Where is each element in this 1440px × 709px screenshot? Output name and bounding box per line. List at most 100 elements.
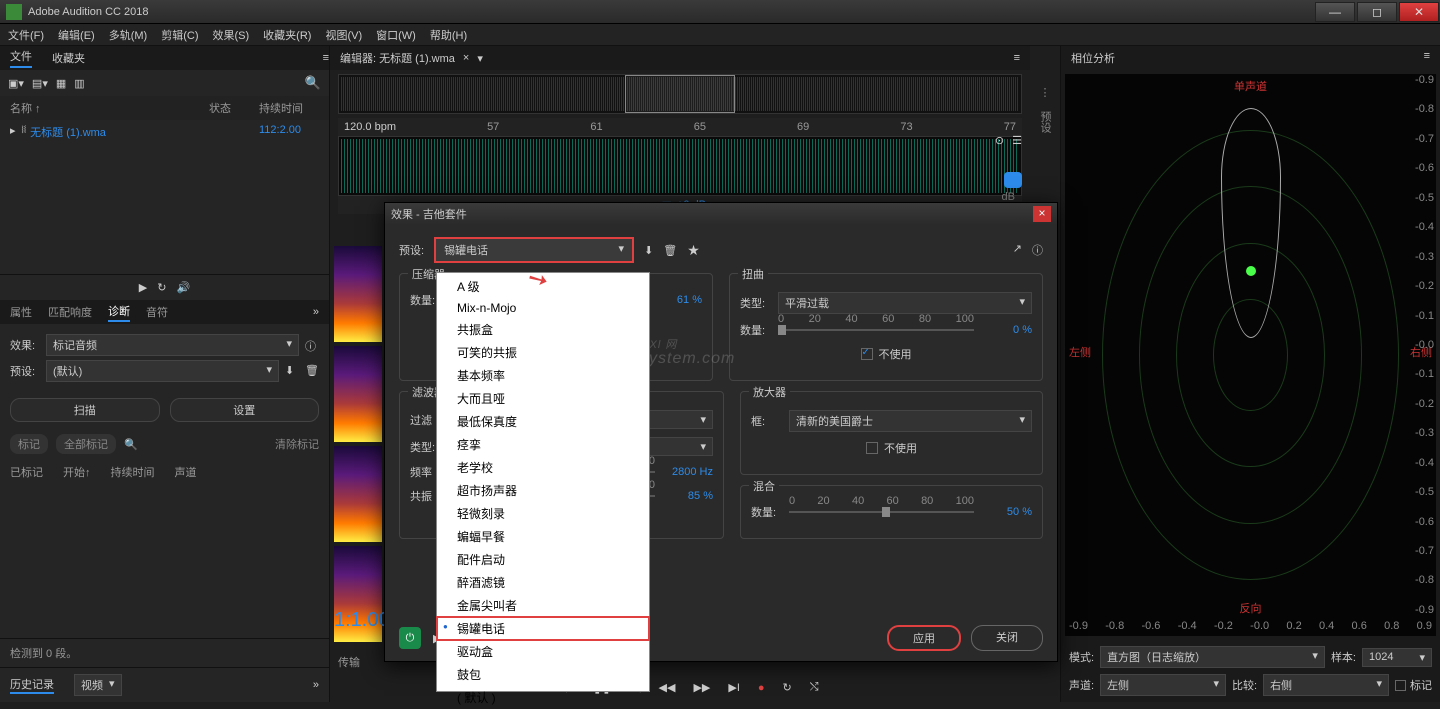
panel-menu-icon[interactable]: ⋮ — [1040, 86, 1051, 99]
panel-menu-icon[interactable]: ≡ — [1424, 50, 1430, 62]
save-preset-icon[interactable]: ⬇ — [644, 244, 653, 257]
tab-close-icon[interactable]: × — [463, 52, 469, 64]
clear-markers-button[interactable]: 清除标记 — [275, 436, 319, 452]
timeline-ruler[interactable]: 120.0 bpm 57 61 65 69 73 77 — [338, 118, 1022, 136]
mark-all-button[interactable]: 全部标记 — [56, 434, 116, 454]
editor-file-tab[interactable]: 编辑器: 无标题 (1).wma — [340, 50, 455, 66]
file-row[interactable]: ▸ ⧘⧙ 无标题 (1).wma 112:2.00 — [0, 120, 329, 144]
video-tab-select[interactable]: 视频▾ — [74, 674, 122, 696]
new-file-icon[interactable]: ▤▾ — [32, 77, 48, 90]
save-preset-icon[interactable]: ⬇ — [285, 364, 299, 378]
dropdown-item[interactable]: 驱动盒 — [437, 640, 649, 663]
settings-button[interactable]: 设置 — [170, 398, 320, 422]
dropdown-item[interactable]: 蝙蝠早餐 — [437, 525, 649, 548]
dropdown-item[interactable]: Mix-n-Mojo — [437, 298, 649, 318]
channel-select[interactable]: 左侧▾ — [1100, 674, 1226, 696]
tab-favorites[interactable]: 收藏夹 — [52, 50, 85, 66]
mode-select[interactable]: 直方图（日志缩放）▾ — [1100, 646, 1325, 668]
mix-amount-slider[interactable]: 020406080100 — [789, 505, 974, 519]
spectrogram-thumb[interactable] — [334, 446, 382, 542]
dropdown-item[interactable]: 痉挛 — [437, 433, 649, 456]
preset-select[interactable]: (默认)▾ — [46, 360, 279, 382]
spectrogram-thumb[interactable] — [334, 246, 382, 342]
dropdown-item[interactable]: 金属尖叫者 — [437, 594, 649, 617]
tab-history[interactable]: 历史记录 — [10, 676, 54, 694]
zoom-fit-icon[interactable]: ⊙ — [995, 134, 1004, 147]
panel-menu-icon[interactable]: ≡ — [1014, 52, 1020, 64]
dropdown-item[interactable]: 老学校 — [437, 456, 649, 479]
close-button[interactable]: 关闭 — [971, 625, 1043, 651]
headphone-icon[interactable] — [1004, 172, 1022, 188]
waveform-main[interactable] — [338, 136, 1022, 196]
thumb-view-icon[interactable]: ▥ — [74, 77, 84, 90]
dropdown-item[interactable]: 超市扬声器 — [437, 479, 649, 502]
dropdown-item[interactable]: 鼓包 — [437, 663, 649, 686]
expand-icon[interactable]: ▸ — [10, 124, 16, 140]
menu-view[interactable]: 视图(V) — [325, 27, 362, 43]
dropdown-item[interactable]: 可笑的共振 — [437, 341, 649, 364]
tabs-overflow-icon[interactable]: » — [313, 306, 319, 318]
dropdown-item[interactable]: A 级 — [437, 275, 649, 298]
info-icon[interactable]: ⓘ — [305, 338, 319, 352]
menu-clip[interactable]: 剪辑(C) — [161, 27, 198, 43]
distortion-disable-checkbox[interactable]: 不使用 — [861, 346, 912, 362]
loop-icon[interactable]: ↻ — [157, 281, 166, 294]
favorite-icon[interactable]: ★ — [687, 242, 700, 259]
menu-favorites[interactable]: 收藏夹(R) — [263, 27, 311, 43]
dropdown-item[interactable]: 最低保真度 — [437, 410, 649, 433]
dropdown-item[interactable]: 锡罐电话 — [437, 617, 649, 640]
mark-button[interactable]: 标记 — [10, 434, 48, 454]
loop-icon[interactable]: ↻ — [783, 681, 792, 694]
delete-preset-icon[interactable]: 🗑 — [305, 364, 319, 378]
phase-panel-title[interactable]: 相位分析 ≡ — [1061, 46, 1440, 70]
close-button[interactable]: ✕ — [1399, 2, 1439, 22]
bottom-overflow-icon[interactable]: » — [313, 679, 319, 691]
skip-end-icon[interactable]: ▶I — [728, 681, 740, 694]
preset-dropdown[interactable]: A 级Mix-n-Mojo共振盒可笑的共振基本频率大而且哑最低保真度痉挛老学校超… — [436, 272, 650, 692]
dropdown-item[interactable]: ( 默认 ) — [437, 686, 649, 709]
tab-diagnostics[interactable]: 诊断 — [108, 303, 130, 322]
tab-dropdown-icon[interactable]: ▾ — [477, 52, 483, 65]
effect-select[interactable]: 标记音频▾ — [46, 334, 299, 356]
marker-search-icon[interactable]: 🔍 — [124, 438, 138, 451]
dropdown-item[interactable]: 轻微刻录 — [437, 502, 649, 525]
menu-window[interactable]: 窗口(W) — [376, 27, 416, 43]
menu-multitrack[interactable]: 多轨(M) — [109, 27, 148, 43]
list-view-icon[interactable]: ▦ — [56, 77, 66, 90]
samples-select[interactable]: 1024▾ — [1362, 648, 1432, 667]
menu-effects[interactable]: 效果(S) — [213, 27, 250, 43]
distortion-type-select[interactable]: 平滑过载▾ — [778, 292, 1032, 314]
view-options-icon[interactable]: ☰ — [1012, 134, 1022, 147]
dialog-preset-select[interactable]: 锡罐电话▾ — [434, 237, 634, 263]
power-toggle[interactable]: ⏻ — [399, 627, 421, 649]
col-status[interactable]: 状态 — [209, 100, 259, 116]
play-icon[interactable]: ▶ — [139, 281, 147, 294]
dropdown-item[interactable]: 基本频率 — [437, 364, 649, 387]
amplifier-disable-checkbox[interactable]: 不使用 — [866, 440, 917, 456]
link-icon[interactable]: ↗ — [1013, 242, 1022, 258]
phase-plot[interactable]: 单声道 反向 左侧 右侧 -0.9-0.8-0.7-0.6-0.5-0.4-0.… — [1065, 74, 1436, 636]
delete-preset-icon[interactable]: 🗑 — [663, 244, 677, 257]
cabinet-select[interactable]: 清新的美国爵士▾ — [789, 410, 1032, 432]
minimize-button[interactable]: — — [1315, 2, 1355, 22]
menu-edit[interactable]: 编辑(E) — [58, 27, 95, 43]
compare-select[interactable]: 右侧▾ — [1263, 674, 1389, 696]
apply-button[interactable]: 应用 — [887, 625, 961, 651]
rewind-icon[interactable]: ◀◀ — [659, 681, 676, 694]
dropdown-item[interactable]: 醉酒滤镜 — [437, 571, 649, 594]
dialog-titlebar[interactable]: 效果 - 吉他套件 × — [385, 203, 1057, 225]
search-icon[interactable]: 🔍 — [305, 75, 321, 91]
maximize-button[interactable]: ◻ — [1357, 2, 1397, 22]
dropdown-item[interactable]: 大而且哑 — [437, 387, 649, 410]
forward-icon[interactable]: ▶▶ — [693, 681, 710, 694]
col-duration[interactable]: 持续时间 — [259, 100, 319, 116]
dialog-close-icon[interactable]: × — [1033, 206, 1051, 222]
overview-selection[interactable] — [625, 75, 734, 113]
col-name[interactable]: 名称 ↑ — [10, 100, 209, 116]
record-icon[interactable]: ● — [758, 682, 765, 694]
tab-files[interactable]: 文件 — [10, 48, 32, 68]
distortion-amount-slider[interactable]: 020406080100 — [778, 323, 974, 337]
skip-selection-icon[interactable]: ⤭ — [810, 681, 819, 694]
info-icon[interactable]: ⓘ — [1032, 242, 1043, 258]
dropdown-item[interactable]: 共振盒 — [437, 318, 649, 341]
